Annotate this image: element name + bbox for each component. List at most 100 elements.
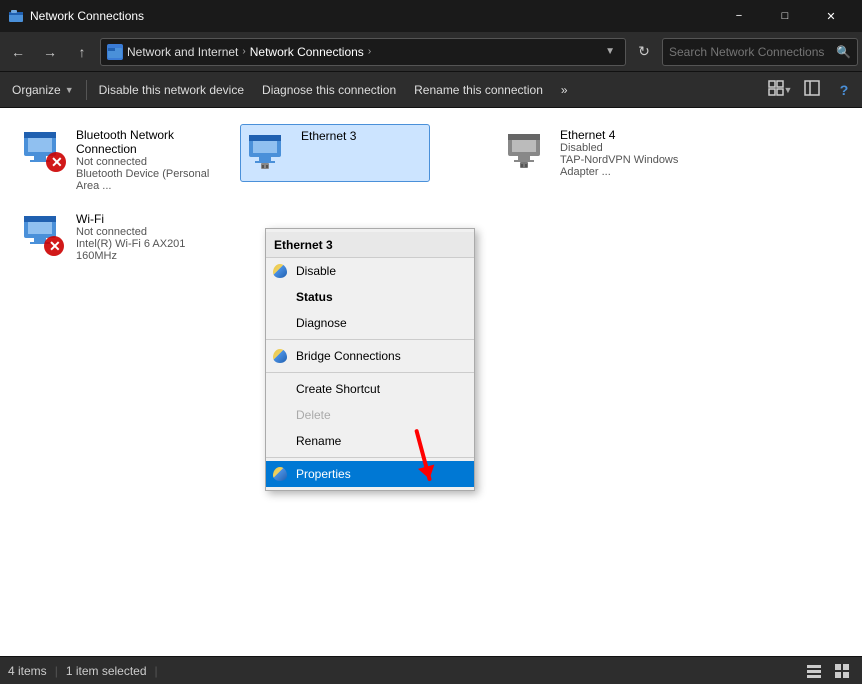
ethernet4-status: Disabled bbox=[560, 142, 696, 154]
ctx-header: Ethernet 3 bbox=[266, 232, 474, 258]
status-view-details[interactable] bbox=[830, 659, 854, 683]
organize-label: Organize bbox=[12, 83, 61, 97]
window-controls: − □ ✕ bbox=[716, 0, 854, 32]
svg-text:✕: ✕ bbox=[51, 154, 63, 170]
app-icon bbox=[8, 8, 24, 24]
rename-button[interactable]: Rename this connection bbox=[406, 76, 551, 104]
status-count: 4 items bbox=[8, 664, 47, 678]
address-bar: ← → ↑ Network and Internet › Network Con… bbox=[0, 32, 862, 72]
pane-icon bbox=[804, 80, 820, 99]
ethernet4-icon bbox=[504, 128, 552, 176]
folder-icon bbox=[107, 44, 123, 60]
ethernet4-device: TAP-NordVPN Windows Adapter ... bbox=[560, 154, 696, 178]
ctx-rename[interactable]: Rename bbox=[266, 428, 474, 454]
status-bar-right bbox=[802, 659, 854, 683]
ethernet4-info: Ethernet 4 Disabled TAP-NordVPN Windows … bbox=[560, 128, 696, 178]
bluetooth-icon: ✕ bbox=[20, 128, 68, 176]
ctx-sep-1 bbox=[266, 339, 474, 340]
address-dropdown[interactable]: ▼ bbox=[605, 46, 615, 57]
breadcrumb-network-internet[interactable]: Network and Internet bbox=[127, 45, 238, 59]
ctx-delete-label: Delete bbox=[296, 408, 331, 422]
ctx-disable-label: Disable bbox=[296, 264, 336, 278]
ctx-sep-2 bbox=[266, 372, 474, 373]
network-item-ethernet3[interactable]: Ethernet 3 bbox=[240, 124, 430, 182]
disable-button[interactable]: Disable this network device bbox=[91, 76, 252, 104]
ctx-disable-icon bbox=[272, 263, 288, 279]
ctx-delete[interactable]: Delete bbox=[266, 402, 474, 428]
rename-label: Rename this connection bbox=[414, 83, 543, 97]
forward-button[interactable]: → bbox=[36, 38, 64, 66]
maximize-button[interactable]: □ bbox=[762, 0, 808, 32]
ctx-sep-3 bbox=[266, 457, 474, 458]
context-menu: Ethernet 3 Disable Status Diagnose Bridg… bbox=[265, 228, 475, 491]
bluetooth-status: Not connected bbox=[76, 156, 212, 168]
more-button[interactable]: » bbox=[553, 76, 576, 104]
diagnose-button[interactable]: Diagnose this connection bbox=[254, 76, 404, 104]
toolbar-separator-1 bbox=[86, 80, 87, 100]
search-box[interactable]: 🔍 bbox=[662, 38, 858, 66]
close-button[interactable]: ✕ bbox=[808, 0, 854, 32]
ctx-bridge-label: Bridge Connections bbox=[296, 349, 401, 363]
ethernet3-name: Ethernet 3 bbox=[301, 129, 425, 143]
more-label: » bbox=[561, 83, 568, 97]
back-button[interactable]: ← bbox=[4, 38, 32, 66]
status-view-list[interactable] bbox=[802, 659, 826, 683]
ctx-status-label: Status bbox=[296, 290, 333, 304]
view-button[interactable]: ▼ bbox=[766, 76, 794, 104]
ctx-disable[interactable]: Disable bbox=[266, 258, 474, 284]
refresh-button[interactable]: ↻ bbox=[630, 38, 658, 66]
help-button[interactable]: ? bbox=[830, 76, 858, 104]
view-icon bbox=[768, 80, 784, 99]
wifi-icon: ✕ bbox=[20, 212, 68, 260]
ctx-diagnose-label: Diagnose bbox=[296, 316, 347, 330]
toolbar: Organize ▼ Disable this network device D… bbox=[0, 72, 862, 108]
ctx-bridge-icon bbox=[272, 348, 288, 364]
organize-chevron: ▼ bbox=[65, 85, 74, 95]
bluetooth-name: Bluetooth Network Connection bbox=[76, 128, 212, 156]
wifi-status: Not connected bbox=[76, 226, 212, 238]
ctx-shortcut-label: Create Shortcut bbox=[296, 382, 380, 396]
bluetooth-info: Bluetooth Network Connection Not connect… bbox=[76, 128, 212, 192]
minimize-button[interactable]: − bbox=[716, 0, 762, 32]
toolbar-right: ▼ ? bbox=[766, 76, 858, 104]
ctx-properties[interactable]: Properties bbox=[266, 461, 474, 487]
ctx-properties-label: Properties bbox=[296, 467, 351, 481]
status-sep-1: | bbox=[55, 664, 58, 678]
diagnose-label: Diagnose this connection bbox=[262, 83, 396, 97]
wifi-name: Wi-Fi bbox=[76, 212, 212, 226]
network-item-bluetooth[interactable]: ✕ Bluetooth Network Connection Not conne… bbox=[16, 124, 216, 196]
svg-text:✕: ✕ bbox=[49, 238, 61, 254]
status-bar: 4 items | 1 item selected | bbox=[0, 656, 862, 684]
ethernet3-info: Ethernet 3 bbox=[301, 129, 425, 143]
ctx-shortcut[interactable]: Create Shortcut bbox=[266, 376, 474, 402]
network-item-wifi[interactable]: ✕ Wi-Fi Not connected Intel(R) Wi-Fi 6 A… bbox=[16, 208, 216, 266]
view-dropdown-icon: ▼ bbox=[784, 85, 793, 95]
ethernet4-name: Ethernet 4 bbox=[560, 128, 696, 142]
main-content: ✕ Bluetooth Network Connection Not conne… bbox=[0, 108, 862, 656]
title-bar: Network Connections − □ ✕ bbox=[0, 0, 862, 32]
organize-button[interactable]: Organize ▼ bbox=[4, 76, 82, 104]
wifi-info: Wi-Fi Not connected Intel(R) Wi-Fi 6 AX2… bbox=[76, 212, 212, 262]
ctx-rename-label: Rename bbox=[296, 434, 341, 448]
up-button[interactable]: ↑ bbox=[68, 38, 96, 66]
address-box[interactable]: Network and Internet › Network Connectio… bbox=[100, 38, 626, 66]
disable-label: Disable this network device bbox=[99, 83, 244, 97]
pane-button[interactable] bbox=[798, 76, 826, 104]
breadcrumb: Network and Internet › Network Connectio… bbox=[127, 45, 597, 59]
ctx-header-text: Ethernet 3 bbox=[274, 238, 333, 252]
status-sep-2: | bbox=[155, 664, 158, 678]
search-input[interactable] bbox=[669, 45, 832, 59]
window-title: Network Connections bbox=[30, 9, 716, 23]
ctx-bridge[interactable]: Bridge Connections bbox=[266, 343, 474, 369]
status-selected: 1 item selected bbox=[66, 664, 147, 678]
network-item-ethernet4[interactable]: Ethernet 4 Disabled TAP-NordVPN Windows … bbox=[500, 124, 700, 182]
breadcrumb-network-connections[interactable]: Network Connections bbox=[250, 45, 364, 59]
bluetooth-device: Bluetooth Device (Personal Area ... bbox=[76, 168, 212, 192]
ctx-status[interactable]: Status bbox=[266, 284, 474, 310]
search-icon: 🔍 bbox=[836, 45, 851, 59]
ctx-diagnose[interactable]: Diagnose bbox=[266, 310, 474, 336]
wifi-device: Intel(R) Wi-Fi 6 AX201 160MHz bbox=[76, 238, 212, 262]
ctx-properties-icon bbox=[272, 466, 288, 482]
ethernet3-icon bbox=[245, 129, 293, 177]
help-icon: ? bbox=[840, 82, 849, 98]
